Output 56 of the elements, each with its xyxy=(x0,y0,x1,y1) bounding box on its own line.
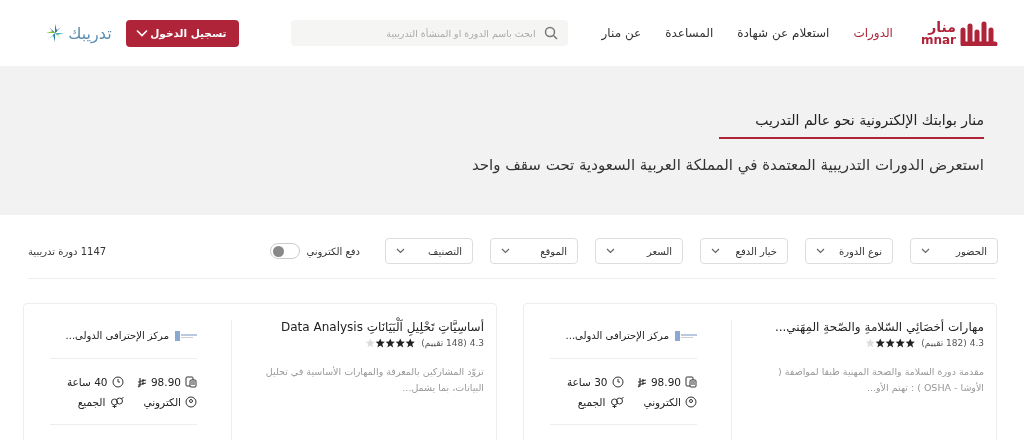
provider-name: مركز الإحترافى الدولى... xyxy=(65,330,169,341)
clock-icon xyxy=(111,376,124,388)
filter-dropdown[interactable]: الحضور xyxy=(910,238,998,264)
audience-text: الجميع xyxy=(577,396,606,408)
partner-logo-text: تدريبك xyxy=(68,23,112,43)
filter-dropdown[interactable]: نوع الدورة xyxy=(805,238,893,264)
rating-text: 4.3 (182 تقييم) xyxy=(921,338,984,348)
filter-dropdown[interactable]: التصنيف xyxy=(385,238,473,264)
mnar-logo-icon xyxy=(960,20,1000,46)
nav-link[interactable]: المساعدة xyxy=(665,26,714,40)
chevron-down-icon xyxy=(501,248,510,254)
rating-text: 4.3 (148 تقييم) xyxy=(421,338,484,348)
filter-dropdown[interactable]: السعر xyxy=(595,238,683,264)
chevron-down-icon xyxy=(921,248,930,254)
duration-text: 30 ساعة xyxy=(566,376,608,388)
nav-link[interactable]: استعلام عن شهادة xyxy=(737,26,830,40)
chevron-down-icon xyxy=(711,248,720,254)
currency-icon xyxy=(136,376,147,388)
hero-title: منار بوابتك الإلكترونية نحو عالم التدريب xyxy=(755,112,984,128)
login-button[interactable]: تسجيل الدخول xyxy=(125,19,239,47)
location-pin-icon xyxy=(685,396,697,408)
logo-text: منار xyxy=(928,20,956,34)
provider-logo-icon xyxy=(175,330,197,341)
clock-icon xyxy=(611,376,624,388)
location-pin-icon xyxy=(185,396,197,408)
search-icon xyxy=(543,26,558,40)
filter-dropdown[interactable]: خيار الدفع xyxy=(700,238,788,264)
search-field[interactable]: ابحث باسم الدورة او المنشأة التدريبية xyxy=(290,20,568,46)
course-title: مهارات أخصَائِي السّلامةِ والصّحةِ المِهَني... xyxy=(773,320,984,334)
hero-subtitle: استعرض الدورات التدريبية المعتمدة في المملكة العربية السعودية تحت سقف واحد xyxy=(471,156,984,174)
toggle-switch[interactable] xyxy=(270,243,301,259)
gender-icon xyxy=(609,396,624,408)
chevron-down-icon xyxy=(396,248,405,254)
delivery-mode: الكتروني xyxy=(143,396,181,408)
course-count: 1147 دورة تدريبية xyxy=(28,245,107,257)
chevron-down-icon xyxy=(135,29,148,37)
filter-dropdown[interactable]: الموقع xyxy=(490,238,578,264)
gender-icon xyxy=(109,396,124,408)
duration-text: 40 ساعة xyxy=(66,376,108,388)
coins-icon xyxy=(185,376,197,388)
nav-link[interactable]: الدورات xyxy=(853,26,893,40)
provider-name: مركز الإحترافى الدولى... xyxy=(565,330,669,341)
price-text: 98.90 xyxy=(150,376,181,388)
delivery-mode: الكتروني xyxy=(643,396,681,408)
provider-logo-icon xyxy=(675,330,697,341)
toggle-label: دفع الكتروني xyxy=(306,245,360,257)
chevron-down-icon xyxy=(816,248,825,254)
logo-text: mnar xyxy=(920,34,956,46)
nav-link[interactable]: عن منار xyxy=(601,26,642,40)
chevron-down-icon xyxy=(606,248,615,254)
course-description: تزوّد المشاركين بالمعرفة والمهارات الأساسية في تحليل البيانات، بما يشمل... xyxy=(264,365,484,395)
coins-icon xyxy=(685,376,697,388)
course-description: مقدمة دورة السلامة والصحة المهنية طبقا لمواصفة ( الأوشا - OSHA ) : تهتم الأو... xyxy=(777,365,984,395)
audience-text: الجميع xyxy=(77,396,106,408)
currency-icon xyxy=(636,376,647,388)
price-text: 98.90 xyxy=(650,376,681,388)
